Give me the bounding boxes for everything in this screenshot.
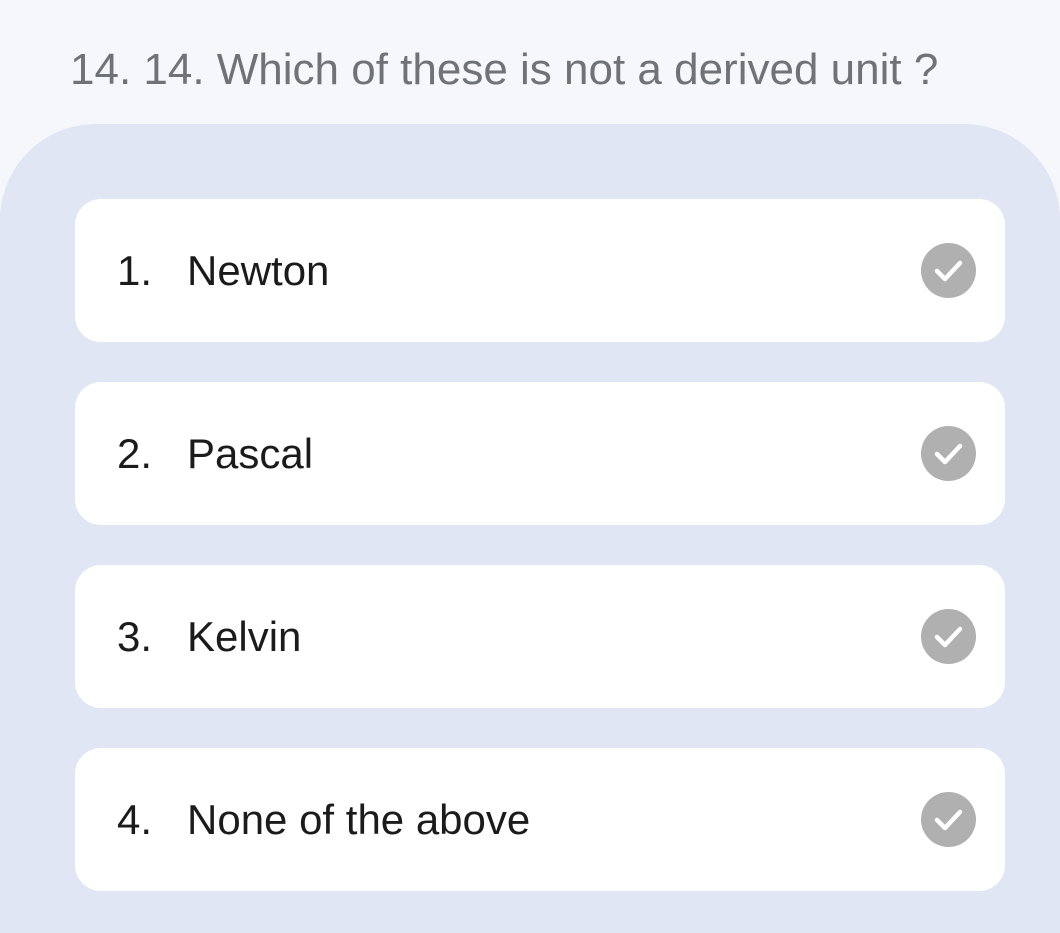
- option-number: 1.: [117, 247, 153, 294]
- option-number: 3.: [117, 613, 153, 660]
- check-circle-icon[interactable]: [921, 243, 976, 298]
- options-panel: 1. Newton 2. Pascal 3. Kelvin 4. None of…: [0, 124, 1060, 933]
- check-circle-icon[interactable]: [921, 792, 976, 847]
- check-circle-icon[interactable]: [921, 609, 976, 664]
- question-text: 14. 14. Which of these is not a derived …: [70, 45, 939, 94]
- option-2[interactable]: 2. Pascal: [75, 382, 1005, 525]
- option-number: 4.: [117, 796, 153, 843]
- option-number: 2.: [117, 430, 153, 477]
- options-list: 1. Newton 2. Pascal 3. Kelvin 4. None of…: [75, 199, 1005, 931]
- check-circle-icon[interactable]: [921, 426, 976, 481]
- option-label: Newton: [187, 247, 330, 294]
- option-1[interactable]: 1. Newton: [75, 199, 1005, 342]
- option-3[interactable]: 3. Kelvin: [75, 565, 1005, 708]
- option-label: Pascal: [187, 430, 314, 477]
- option-label: Kelvin: [187, 613, 302, 660]
- option-label: None of the above: [187, 796, 531, 843]
- option-4[interactable]: 4. None of the above: [75, 748, 1005, 891]
